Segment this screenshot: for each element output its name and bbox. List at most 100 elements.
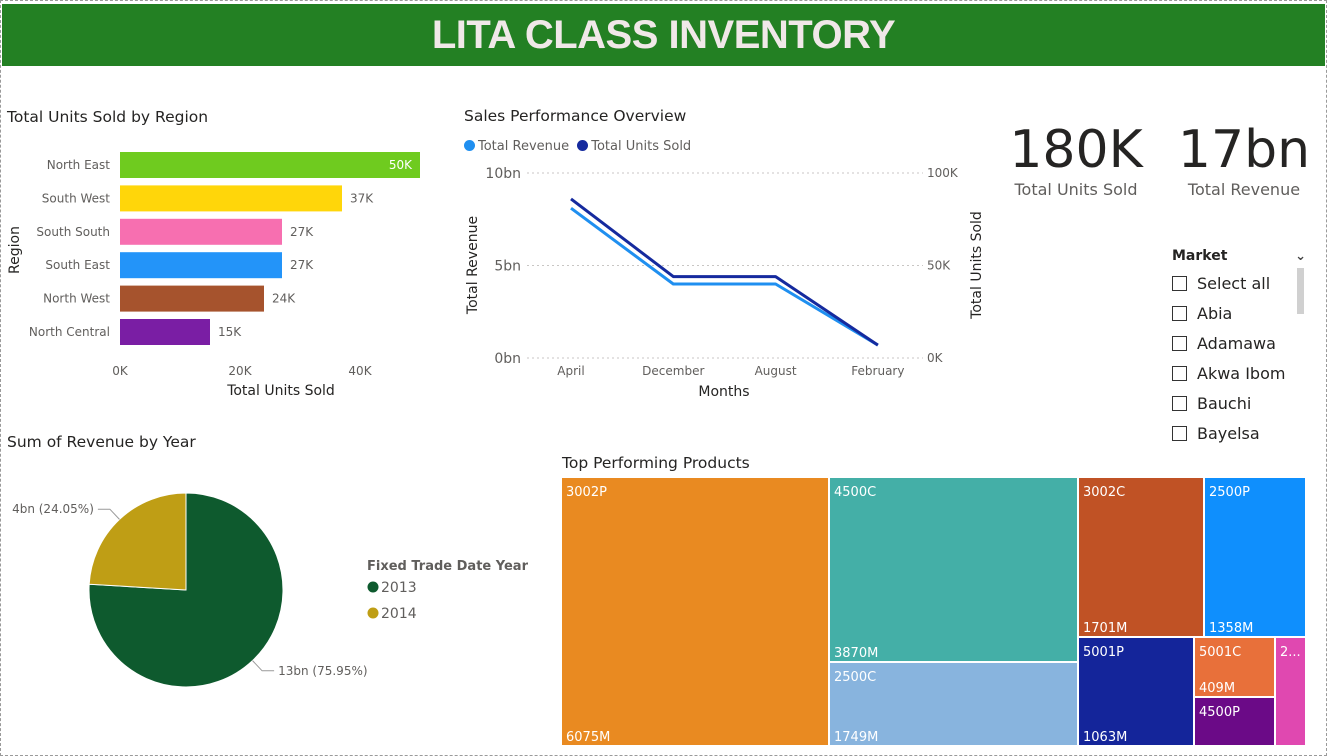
treemap-value-label: 3870M bbox=[834, 646, 878, 661]
bar[interactable] bbox=[120, 285, 264, 312]
legend-dot-icon bbox=[367, 581, 379, 593]
y-left-tick-label: 5bn bbox=[494, 259, 521, 275]
treemap-value-label: 6075M bbox=[566, 730, 610, 745]
legend-label: Total Units Sold bbox=[591, 139, 692, 154]
treemap-tile[interactable] bbox=[1203, 477, 1306, 638]
y-left-tick-label: 0bn bbox=[494, 351, 521, 367]
region-tick-label: North Central bbox=[29, 325, 110, 339]
treemap-tile[interactable] bbox=[1077, 477, 1205, 638]
bar-data-label: 37K bbox=[350, 191, 374, 205]
legend-label[interactable]: 2014 bbox=[381, 606, 417, 622]
y-right-tick-label: 50K bbox=[927, 259, 951, 273]
treemap-category-label: 5001P bbox=[1083, 645, 1124, 660]
slicer-option[interactable]: Abia bbox=[1172, 298, 1306, 328]
chevron-down-icon[interactable]: ⌄ bbox=[1295, 249, 1306, 264]
x-tick-label: 40K bbox=[348, 364, 372, 378]
x-tick-label: February bbox=[851, 364, 904, 378]
x-tick-label: December bbox=[642, 364, 704, 378]
kpi-label: Total Units Sold bbox=[1014, 180, 1138, 199]
legend-dot-icon bbox=[577, 140, 589, 151]
y-left-axis-title: Total Revenue bbox=[465, 216, 481, 315]
checkbox-icon[interactable] bbox=[1172, 275, 1187, 291]
bar[interactable] bbox=[120, 218, 282, 245]
treemap-category-label: 3002C bbox=[1083, 485, 1125, 500]
pie-leader-line bbox=[97, 508, 120, 520]
bar-data-label: 15K bbox=[218, 325, 242, 339]
treemap-value-label: 1063M bbox=[1083, 730, 1127, 745]
pie-leader-line bbox=[252, 660, 275, 672]
report-title: LITA CLASS INVENTORY bbox=[431, 12, 896, 57]
slicer-option[interactable]: Akwa Ibom bbox=[1172, 358, 1306, 388]
kpi-value: 180K bbox=[1009, 120, 1143, 180]
slicer-option[interactable]: Bauchi bbox=[1172, 388, 1306, 418]
kpi-card-units: 180K Total Units Sold bbox=[1000, 122, 1152, 199]
checkbox-icon[interactable] bbox=[1172, 365, 1187, 381]
x-tick-label: April bbox=[557, 364, 584, 378]
line-chart-title: Sales Performance Overview bbox=[464, 107, 687, 125]
slicer-option-label: Bayelsa bbox=[1197, 423, 1260, 443]
checkbox-icon[interactable] bbox=[1172, 395, 1187, 411]
region-tick-label: South West bbox=[42, 191, 110, 205]
legend-dot-icon bbox=[367, 607, 379, 619]
slicer-option[interactable]: Bayelsa bbox=[1172, 418, 1306, 448]
kpi-card-revenue: 17bn Total Revenue bbox=[1166, 122, 1322, 199]
revenue-by-year-chart[interactable]: 13bn (75.95%) 4bn (24.05%) Fixed Trade Dat… bbox=[0, 460, 530, 750]
pie-slice[interactable] bbox=[88, 492, 187, 591]
treemap-value-label: 1701M bbox=[1083, 621, 1127, 636]
x-axis-title: Total Units Sold bbox=[226, 383, 335, 399]
x-tick-label: 20K bbox=[228, 364, 252, 378]
treemap-category-label: 2500P bbox=[1209, 485, 1250, 500]
treemap-category-label: 2... bbox=[1280, 645, 1301, 660]
region-tick-label: North West bbox=[43, 292, 110, 306]
treemap-category-label: 5001C bbox=[1199, 645, 1241, 660]
bar[interactable] bbox=[120, 319, 210, 345]
treemap-tile[interactable] bbox=[561, 477, 830, 746]
checkbox-icon[interactable] bbox=[1172, 425, 1187, 441]
legend-label: Total Revenue bbox=[478, 139, 570, 154]
units-by-region-chart[interactable]: North East 50K South West 37K South South 27K… bbox=[0, 130, 440, 410]
region-tick-label: South South bbox=[36, 225, 110, 239]
treemap-value-label: 1749M bbox=[834, 730, 878, 745]
x-axis-title: Months bbox=[698, 384, 749, 400]
sales-performance-chart[interactable]: 0bn 0K 5bn 50K 10bn 100K April December August Fe… bbox=[455, 160, 1000, 405]
treemap-category-label: 4500P bbox=[1199, 705, 1240, 720]
pie-data-label: 4bn (24.05%) bbox=[12, 502, 94, 516]
x-tick-label: August bbox=[755, 364, 797, 378]
slicer-option-label: Bauchi bbox=[1197, 393, 1252, 413]
treemap-category-label: 4500C bbox=[834, 485, 876, 500]
legend-label[interactable]: 2013 bbox=[381, 580, 417, 596]
market-slicer: Market ⌄ Select all Abia Adamawa Akwa Ib… bbox=[1172, 246, 1306, 446]
kpi-label: Total Revenue bbox=[1187, 180, 1301, 199]
treemap-category-label: 2500C bbox=[834, 670, 876, 685]
treemap-tile[interactable] bbox=[828, 477, 1079, 663]
slicer-option[interactable]: Adamawa bbox=[1172, 328, 1306, 358]
treemap-value-label: 409M bbox=[1199, 681, 1235, 696]
y-axis-title: Region bbox=[7, 226, 23, 274]
bar[interactable] bbox=[120, 152, 420, 178]
legend-item-units[interactable]: Total Units Sold bbox=[577, 139, 691, 154]
pie-data-label: 13bn (75.95%) bbox=[278, 664, 367, 678]
bar-data-label: 27K bbox=[290, 258, 314, 272]
slicer-header[interactable]: Market ⌄ bbox=[1172, 246, 1306, 266]
slicer-option-label: Adamawa bbox=[1197, 333, 1276, 353]
checkbox-icon[interactable] bbox=[1172, 305, 1187, 321]
units-line[interactable] bbox=[570, 197, 879, 347]
slicer-title: Market bbox=[1172, 248, 1228, 264]
checkbox-icon[interactable] bbox=[1172, 335, 1187, 351]
legend-dot-icon bbox=[464, 140, 475, 151]
bar-data-label: 24K bbox=[272, 292, 296, 306]
bar[interactable] bbox=[120, 185, 342, 212]
bar[interactable] bbox=[120, 252, 282, 279]
line-chart-legend: Total Revenue Total Units Sold bbox=[464, 139, 691, 154]
top-products-treemap[interactable]: 3002P 6075M 4500C 3870M 2500C 1749M 3002C 1701M… bbox=[561, 477, 1306, 746]
legend-title: Fixed Trade Date Year bbox=[367, 559, 529, 574]
slicer-option-select-all[interactable]: Select all bbox=[1172, 268, 1306, 298]
region-tick-label: South East bbox=[45, 258, 110, 272]
bar-chart-title: Total Units Sold by Region bbox=[7, 108, 209, 126]
legend-item-revenue[interactable]: Total Revenue bbox=[464, 139, 569, 154]
region-tick-label: North East bbox=[47, 158, 111, 172]
x-tick-label: 0K bbox=[112, 364, 129, 378]
slicer-option-label: Abia bbox=[1197, 303, 1233, 323]
slicer-scrollbar[interactable] bbox=[1297, 268, 1304, 314]
kpi-value: 17bn bbox=[1177, 120, 1311, 180]
